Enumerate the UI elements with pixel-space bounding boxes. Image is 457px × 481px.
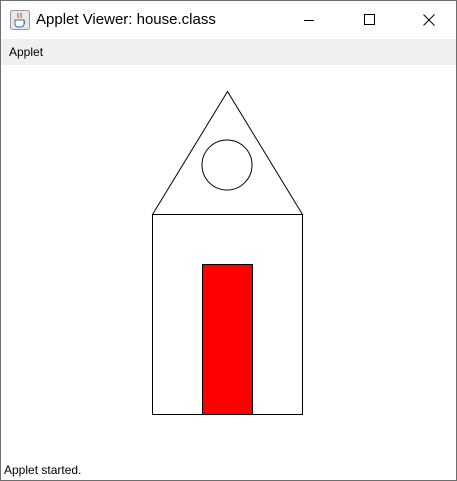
door-rectangle bbox=[202, 264, 253, 415]
minimize-button[interactable] bbox=[286, 1, 332, 39]
maximize-button[interactable] bbox=[346, 1, 392, 39]
minimize-icon bbox=[304, 20, 314, 21]
title-bar[interactable]: Applet Viewer: house.class bbox=[1, 1, 456, 39]
close-icon bbox=[423, 14, 435, 26]
window-circle bbox=[201, 139, 253, 191]
menu-applet[interactable]: Applet bbox=[9, 45, 43, 59]
applet-canvas[interactable] bbox=[1, 65, 456, 457]
house-drawing bbox=[151, 90, 304, 415]
menu-bar: Applet bbox=[1, 39, 456, 65]
window-title: Applet Viewer: house.class bbox=[36, 11, 216, 28]
maximize-icon bbox=[364, 14, 375, 25]
roof-triangle bbox=[151, 90, 304, 215]
status-bar-text: Applet started. bbox=[4, 463, 82, 477]
close-button[interactable] bbox=[406, 1, 452, 39]
java-coffee-cup-icon[interactable] bbox=[10, 10, 30, 30]
applet-viewer-window: Applet Viewer: house.class Applet Applet… bbox=[0, 0, 457, 481]
